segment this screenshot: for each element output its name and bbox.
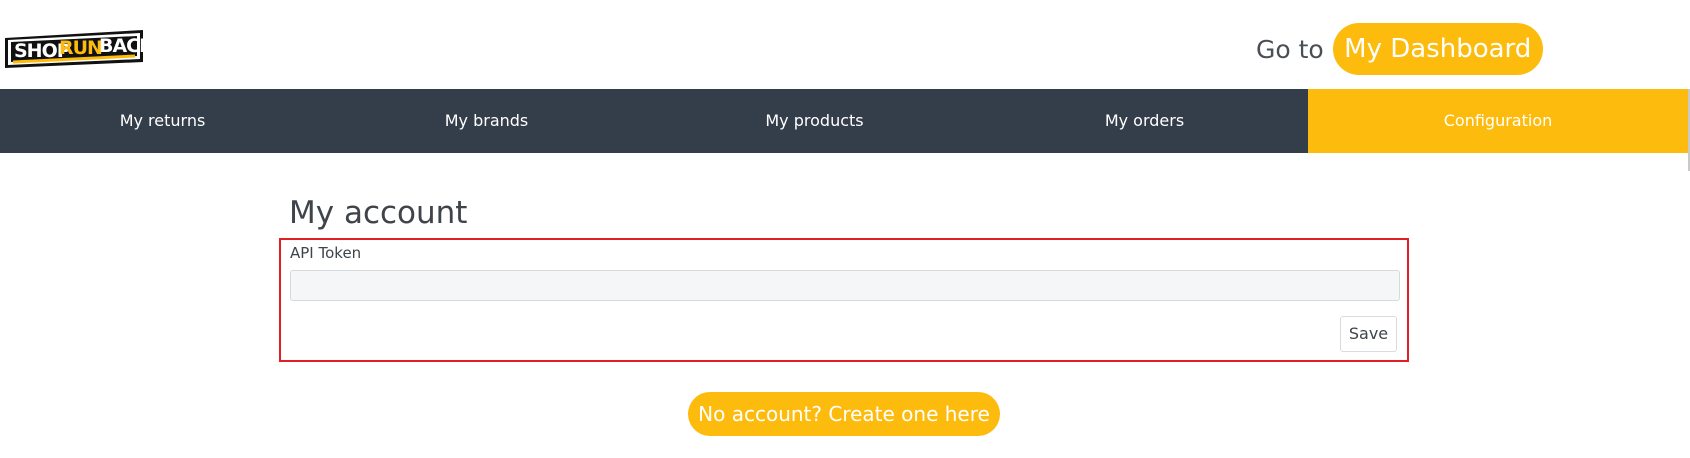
my-dashboard-button[interactable]: My Dashboard: [1332, 23, 1543, 75]
nav-item-my-orders[interactable]: My orders: [981, 89, 1308, 153]
api-token-form: API Token Save: [279, 238, 1409, 362]
page-title: My account: [289, 195, 468, 231]
svg-text:RUN: RUN: [59, 37, 102, 59]
goto-label: Go to: [1256, 34, 1324, 64]
dashboard-link-group: Go to My Dashboard: [1256, 23, 1543, 75]
api-token-label: API Token: [290, 244, 362, 262]
main-nav: My returns My brands My products My orde…: [0, 89, 1688, 153]
nav-item-my-brands[interactable]: My brands: [325, 89, 648, 153]
header: SHOP RUN BACK Go to My Dashboard: [0, 0, 1690, 89]
shoprunback-logo[interactable]: SHOP RUN BACK: [3, 24, 156, 68]
nav-item-my-products[interactable]: My products: [648, 89, 981, 153]
api-token-input[interactable]: [290, 270, 1400, 301]
create-account-button[interactable]: No account? Create one here: [688, 392, 1000, 436]
nav-item-configuration[interactable]: Configuration: [1308, 89, 1688, 153]
nav-item-my-returns[interactable]: My returns: [0, 89, 325, 153]
svg-text:BACK: BACK: [99, 35, 145, 57]
save-button[interactable]: Save: [1340, 316, 1397, 352]
